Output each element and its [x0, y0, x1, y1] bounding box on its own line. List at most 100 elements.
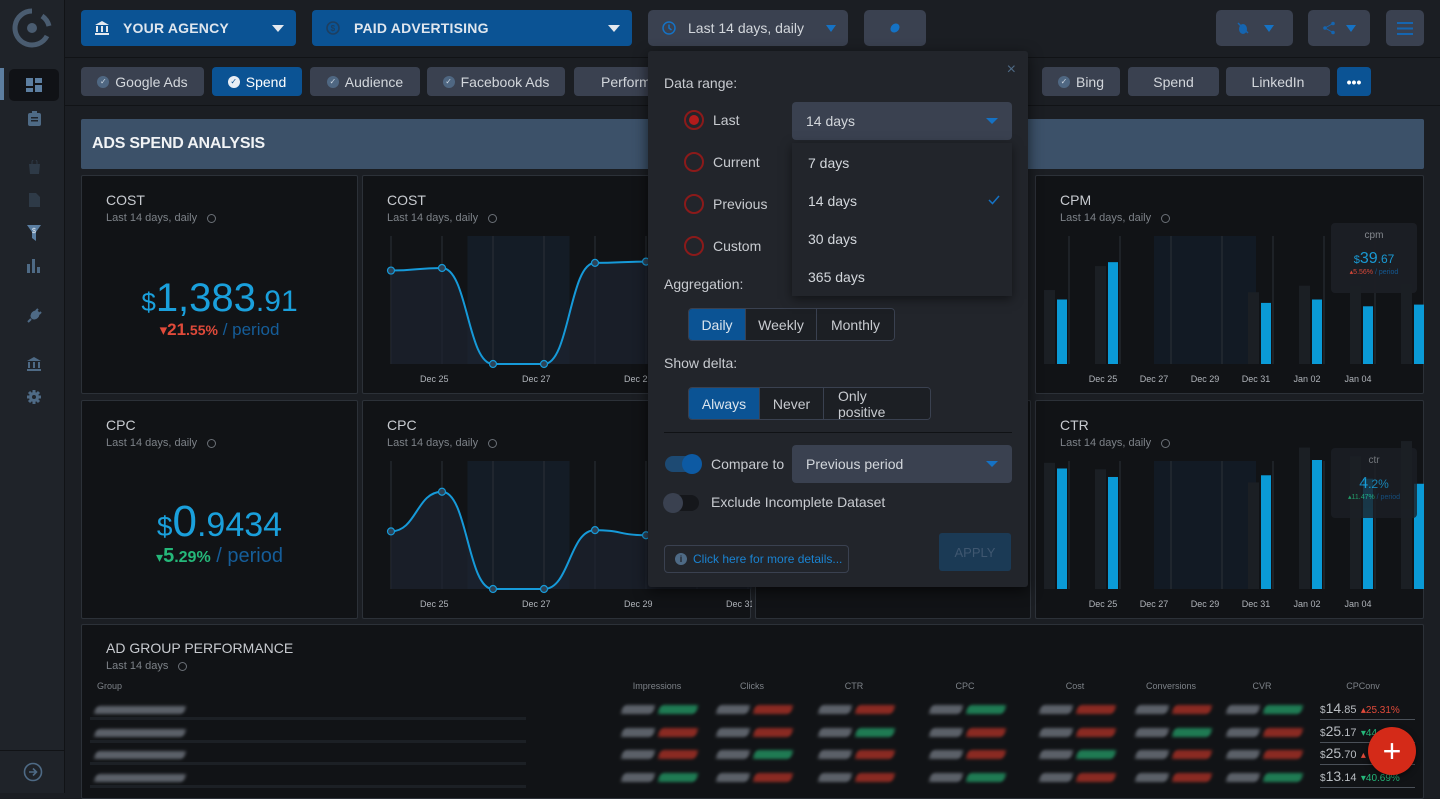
add-widget-button[interactable]: + [1368, 727, 1416, 775]
column-header-clicks[interactable]: Clicks [712, 681, 792, 691]
delta-only-positive[interactable]: Only positive [824, 388, 930, 419]
cell-value [715, 750, 751, 759]
app-logo[interactable] [12, 8, 52, 48]
column-header-ctr[interactable]: CTR [814, 681, 894, 691]
aggregation-daily[interactable]: Daily [689, 309, 746, 340]
tab-google-ads[interactable]: ✓ Google Ads [81, 67, 204, 96]
cell-value [817, 772, 853, 782]
column-header-impressions[interactable]: Impressions [617, 681, 697, 691]
period-label: / period [1373, 269, 1399, 276]
sidebar-collapse[interactable] [0, 750, 65, 793]
column-header-conversions[interactable]: Conversions [1131, 681, 1211, 691]
down-arrow-icon: ▾ [159, 322, 168, 339]
exclude-incomplete-toggle[interactable] [663, 493, 699, 513]
dropdown-option-14-days[interactable]: 14 days [808, 193, 857, 209]
table-row[interactable]: $14.85 ▴25.31% [90, 700, 1415, 723]
dropdown-option-365-days[interactable]: 365 days [808, 269, 865, 285]
cost-line-chart[interactable]: Dec 25Dec 27Dec 29Dec 31Jan 02 [363, 176, 663, 395]
aggregation-weekly[interactable]: Weekly [746, 309, 817, 340]
date-range-selector[interactable]: Last 14 days, daily [648, 10, 848, 46]
sidebar-item-dashboards[interactable] [9, 69, 59, 101]
sidebar-item-settings[interactable] [9, 381, 59, 413]
project-selector[interactable]: $ PAID ADVERTISING [312, 10, 632, 46]
tab-audience[interactable]: ✓ Audience [310, 67, 420, 96]
x-tick-label: Dec 25 [420, 599, 449, 609]
sidebar-item-integrations[interactable] [9, 299, 59, 331]
range-select[interactable]: 14 days [792, 102, 1012, 140]
tooltip-name: cpm [1364, 230, 1384, 241]
sidebar-item-agency[interactable] [9, 348, 59, 380]
cell-value [1225, 727, 1261, 737]
cell-delta [854, 727, 896, 737]
select-value: 14 days [806, 113, 856, 129]
data-point [386, 266, 396, 275]
tab-facebook-ads[interactable]: ✓ Facebook Ads [427, 67, 565, 96]
radio-label: Current [713, 154, 760, 170]
agency-selector[interactable]: YOUR AGENCY [81, 10, 296, 46]
radio-custom[interactable]: Custom [684, 236, 761, 256]
more-details-link[interactable]: i Click here for more details... [664, 545, 849, 573]
cell-delta [1262, 750, 1304, 759]
column-header-cost[interactable]: Cost [1035, 681, 1115, 691]
close-icon[interactable]: × [1007, 61, 1016, 79]
compare-toggle[interactable] [665, 454, 702, 474]
dropdown-option-7-days[interactable]: 7 days [808, 155, 849, 171]
more-tabs-button[interactable]: ••• [1337, 67, 1371, 96]
cell-value [1038, 705, 1074, 714]
kpi-delta: ▾5.29% / period [82, 545, 357, 568]
x-tick-label: Dec 27 [522, 599, 551, 609]
radio-current[interactable]: Current [684, 152, 760, 172]
table-row[interactable]: $25.70 ▴ [90, 745, 1415, 768]
sidebar-item-analytics[interactable] [9, 250, 59, 282]
radio-button[interactable] [684, 110, 704, 130]
column-header-group[interactable]: Group [97, 681, 122, 691]
column-header-cpconv[interactable]: CPConv [1323, 681, 1403, 691]
chevron-down-icon [986, 461, 998, 467]
integrations-button[interactable] [864, 10, 926, 46]
agency-label: YOUR AGENCY [123, 20, 229, 36]
tab-spend[interactable]: ✓ Spend [212, 67, 302, 96]
delta-value: ▴25.31% [1360, 705, 1400, 716]
sidebar-item-shop[interactable] [9, 151, 59, 183]
radio-button[interactable] [684, 194, 704, 214]
delta-always[interactable]: Always [689, 388, 760, 419]
check-icon: ✓ [1057, 75, 1070, 88]
project-label: PAID ADVERTISING [354, 20, 489, 36]
cell-delta [1262, 705, 1304, 714]
radio-last[interactable]: Last [684, 110, 739, 130]
select-value: Previous period [806, 456, 904, 472]
ctr-chart-card: CTR Last 14 days, daily Dec 25 Dec 27 Dec … [1035, 400, 1424, 619]
share-menu-button[interactable] [1308, 10, 1370, 46]
row-divider [90, 784, 526, 788]
cell-delta [657, 705, 699, 714]
subtitle-text: Last 14 days [106, 660, 169, 672]
main-menu-button[interactable] [1386, 10, 1424, 46]
cell-delta [854, 750, 896, 759]
arrow-right-circle-icon [23, 762, 42, 782]
radio-button[interactable] [684, 236, 704, 256]
aggregation-monthly[interactable]: Monthly [817, 309, 894, 340]
tab-bing[interactable]: ✓ Bing [1042, 67, 1120, 96]
sidebar-item-documents[interactable] [9, 184, 59, 216]
debug-menu-button[interactable] [1216, 10, 1293, 46]
dropdown-option-30-days[interactable]: 30 days [808, 231, 857, 247]
delta-never[interactable]: Never [760, 388, 824, 419]
bank-icon [27, 357, 41, 371]
toggle-knob [663, 493, 683, 513]
sidebar-item-funnel[interactable]: $ [9, 217, 59, 249]
cell-value [620, 705, 656, 714]
column-header-cpc[interactable]: CPC [925, 681, 1005, 691]
radio-button[interactable] [684, 152, 704, 172]
aggregation-label: Aggregation: [664, 276, 744, 292]
table-row[interactable]: $25.17 ▾44 [90, 723, 1415, 746]
tab-spend-2[interactable]: Spend [1128, 67, 1219, 96]
apply-button[interactable]: APPLY [939, 533, 1011, 571]
tab-linkedin[interactable]: LinkedIn [1226, 67, 1330, 96]
svg-text:$: $ [32, 228, 36, 235]
radio-previous[interactable]: Previous [684, 194, 767, 214]
column-header-cvr[interactable]: CVR [1222, 681, 1302, 691]
table-row[interactable]: $13.14 ▾40.69% [90, 768, 1415, 791]
group-name [93, 751, 187, 759]
sidebar-item-reports[interactable] [9, 102, 59, 134]
compare-select[interactable]: Previous period [792, 445, 1012, 483]
